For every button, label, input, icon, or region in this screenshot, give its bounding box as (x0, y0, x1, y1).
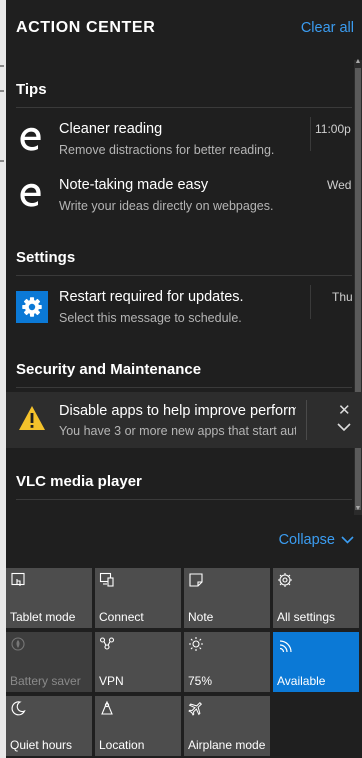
scroll-down-arrow-icon[interactable]: ▼ (354, 505, 362, 513)
tile-label: Note (188, 610, 214, 624)
tile-label: VPN (99, 674, 124, 688)
tile-all-settings[interactable]: All settings (273, 568, 359, 628)
notification-restart[interactable]: Restart required for updates. Select thi… (12, 283, 353, 333)
edge-icon (20, 183, 41, 207)
tile-label: Airplane mode (188, 738, 266, 752)
notification-cleaner-reading[interactable]: Cleaner reading Remove distractions for … (12, 115, 352, 165)
note-icon (189, 573, 203, 587)
notification-time: 11:00p (315, 122, 351, 136)
tile-battery-saver[interactable]: Battery saver (6, 632, 92, 692)
notification-body: You have 3 or more new apps that start a… (59, 424, 296, 438)
notification-disable-apps[interactable]: Disable apps to help improve performance… (6, 392, 362, 448)
tile-brightness[interactable]: 75% (184, 632, 270, 692)
notification-body: Remove distractions for better reading. (59, 143, 275, 157)
notification-title: Disable apps to help improve performance (59, 403, 296, 419)
tablet-mode-icon (11, 572, 25, 586)
tile-label: Quiet hours (10, 738, 73, 752)
notification-body: Select this message to schedule. (59, 311, 242, 325)
chevron-down-icon[interactable] (337, 423, 351, 432)
notification-note-taking[interactable]: Note-taking made easy Write your ideas d… (12, 171, 352, 221)
tile-label: Battery saver (10, 674, 81, 688)
tile-label: Location (99, 738, 145, 752)
divider (16, 387, 352, 388)
warning-icon (19, 406, 45, 430)
close-icon[interactable]: ✕ (338, 401, 351, 419)
tile-label: Connect (99, 610, 144, 624)
divider (16, 107, 352, 108)
collapse-label: Collapse (278, 532, 335, 548)
notification-title: Restart required for updates. (59, 289, 244, 305)
group-title-vlc[interactable]: VLC media player (16, 473, 142, 490)
scroll-up-arrow-icon[interactable]: ▲ (354, 58, 362, 66)
group-title-settings[interactable]: Settings (16, 249, 75, 266)
group-title-security[interactable]: Security and Maintenance (16, 361, 201, 378)
notification-time: Wed (327, 178, 352, 192)
gear-icon (16, 291, 48, 323)
divider (16, 275, 352, 276)
gear-icon (278, 573, 292, 587)
moon-icon (11, 701, 26, 716)
tile-connect[interactable]: Connect (95, 568, 181, 628)
wifi-icon (279, 640, 292, 652)
notification-title: Cleaner reading (59, 121, 163, 137)
tile-label: All settings (277, 610, 336, 624)
vpn-icon (99, 637, 115, 650)
notification-title: Note-taking made easy (59, 177, 209, 193)
panel-title: ACTION CENTER (16, 19, 156, 36)
tile-location[interactable]: Location (95, 696, 181, 756)
tile-wifi[interactable]: Available (273, 632, 359, 692)
notification-time: Thu (332, 290, 353, 304)
collapse-button[interactable]: Collapse (279, 532, 354, 548)
tile-label: Available (277, 674, 326, 688)
divider (16, 499, 352, 500)
notification-body: Write your ideas directly on webpages. (59, 199, 274, 213)
tile-label: 75% (188, 674, 213, 688)
tile-tablet-mode[interactable]: Tablet mode (6, 568, 92, 628)
edge-icon (20, 127, 41, 151)
connect-icon (99, 572, 114, 587)
tile-vpn[interactable]: VPN (95, 632, 181, 692)
location-icon (101, 700, 113, 715)
chevron-down-icon (341, 536, 354, 544)
brightness-icon (189, 637, 203, 651)
battery-saver-icon (11, 637, 25, 651)
group-title-tips[interactable]: Tips (16, 81, 47, 98)
tile-label: Tablet mode (10, 610, 76, 624)
tile-quiet-hours[interactable]: Quiet hours (6, 696, 92, 756)
tile-airplane-mode[interactable]: Airplane mode (184, 696, 270, 756)
tile-note[interactable]: Note (184, 568, 270, 628)
airplane-icon (188, 701, 203, 716)
clear-all-button[interactable]: Clear all (301, 20, 354, 36)
